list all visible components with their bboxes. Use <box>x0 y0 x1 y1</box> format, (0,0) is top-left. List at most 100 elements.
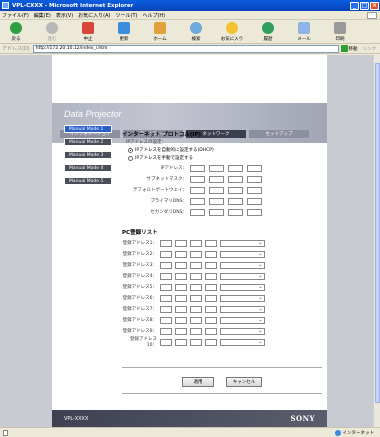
pc-octet-field[interactable] <box>175 316 187 324</box>
go-button[interactable]: 移動 <box>340 45 359 53</box>
pc-octet-field[interactable] <box>205 261 217 269</box>
refresh-button[interactable]: 更新 <box>110 20 138 42</box>
secondary-dns-octet-field[interactable] <box>228 208 243 216</box>
radio-button-icon[interactable] <box>128 147 133 153</box>
stop-button[interactable]: 中止 <box>74 20 102 42</box>
minimize-button[interactable]: _ <box>350 1 359 10</box>
secondary-dns-octet-field[interactable] <box>209 208 224 216</box>
side-item-manual-mode-5[interactable]: Manual Mode 5 <box>64 177 112 185</box>
pc-octet-field[interactable] <box>190 316 202 324</box>
pc-octet-field[interactable] <box>175 327 187 335</box>
pc-octet-field[interactable] <box>205 239 217 247</box>
pc-octet-field[interactable] <box>160 338 172 346</box>
pc-octet-field[interactable] <box>205 250 217 258</box>
pc-mode-select[interactable]: ⌄ <box>220 338 265 346</box>
menu-favorites[interactable]: お気に入り(A) <box>78 12 110 19</box>
pc-octet-field[interactable] <box>160 305 172 313</box>
pc-octet-field[interactable] <box>205 272 217 280</box>
menu-tools[interactable]: ツール(T) <box>116 12 138 19</box>
radio-dhcp[interactable]: IPアドレスを自動的に設定する(DHCP) <box>128 147 322 153</box>
gateway-octet-field[interactable] <box>209 186 224 194</box>
pc-octet-field[interactable] <box>175 261 187 269</box>
ip-octet-field[interactable] <box>247 164 262 172</box>
links-label[interactable]: リンク <box>363 46 377 52</box>
pc-octet-field[interactable] <box>205 283 217 291</box>
pc-octet-field[interactable] <box>160 239 172 247</box>
pc-octet-field[interactable] <box>205 294 217 302</box>
gateway-octet-field[interactable] <box>190 186 205 194</box>
ip-octet-field[interactable] <box>209 164 224 172</box>
search-button[interactable]: 検索 <box>182 20 210 42</box>
side-item-manual-mode-1[interactable]: Manual Mode 1 <box>64 125 112 133</box>
pc-octet-field[interactable] <box>205 316 217 324</box>
pc-octet-field[interactable] <box>175 338 187 346</box>
primary-dns-octet-field[interactable] <box>247 197 262 205</box>
pc-mode-select[interactable]: ⌄ <box>220 294 265 302</box>
mail-button[interactable]: メール <box>290 20 318 42</box>
pc-octet-field[interactable] <box>190 250 202 258</box>
pc-mode-select[interactable]: ⌄ <box>220 316 265 324</box>
secondary-dns-octet-field[interactable] <box>190 208 205 216</box>
subnet-octet-field[interactable] <box>228 175 243 183</box>
pc-octet-field[interactable] <box>175 305 187 313</box>
pc-mode-select[interactable]: ⌄ <box>220 250 265 258</box>
pc-mode-select[interactable]: ⌄ <box>220 272 265 280</box>
pc-mode-select[interactable]: ⌄ <box>220 261 265 269</box>
close-button[interactable]: × <box>370 1 379 10</box>
menu-edit[interactable]: 編集(E) <box>34 12 51 19</box>
pc-octet-field[interactable] <box>190 272 202 280</box>
ip-octet-field[interactable] <box>228 164 243 172</box>
pc-mode-select[interactable]: ⌄ <box>220 239 265 247</box>
pc-octet-field[interactable] <box>205 338 217 346</box>
pc-octet-field[interactable] <box>160 327 172 335</box>
secondary-dns-octet-field[interactable] <box>247 208 262 216</box>
pc-mode-select[interactable]: ⌄ <box>220 283 265 291</box>
side-item-manual-mode-4[interactable]: Manual Mode 4 <box>64 164 112 172</box>
menu-help[interactable]: ヘルプ(H) <box>142 12 165 19</box>
pc-octet-field[interactable] <box>160 283 172 291</box>
gateway-octet-field[interactable] <box>247 186 262 194</box>
primary-dns-octet-field[interactable] <box>190 197 205 205</box>
pc-octet-field[interactable] <box>190 283 202 291</box>
primary-dns-octet-field[interactable] <box>228 197 243 205</box>
address-input[interactable]: http://172.20.10.12/index_i.htm <box>32 44 339 53</box>
side-item-manual-mode-3[interactable]: Manual Mode 3 <box>64 151 112 159</box>
pc-octet-field[interactable] <box>190 338 202 346</box>
gateway-octet-field[interactable] <box>228 186 243 194</box>
pc-octet-field[interactable] <box>160 294 172 302</box>
pc-octet-field[interactable] <box>160 272 172 280</box>
pc-octet-field[interactable] <box>175 283 187 291</box>
pc-octet-field[interactable] <box>175 239 187 247</box>
print-button[interactable]: 印刷 <box>326 20 354 42</box>
subnet-octet-field[interactable] <box>190 175 205 183</box>
radio-manual[interactable]: IPアドレスを手動で設定する <box>128 155 322 161</box>
pc-octet-field[interactable] <box>175 272 187 280</box>
pc-octet-field[interactable] <box>160 316 172 324</box>
pc-octet-field[interactable] <box>190 327 202 335</box>
ip-octet-field[interactable] <box>190 164 205 172</box>
back-button[interactable]: 戻る <box>2 20 30 42</box>
apply-button[interactable]: 適用 <box>182 377 214 387</box>
radio-button-icon[interactable] <box>128 155 133 161</box>
scrollbar-thumb[interactable] <box>375 63 380 403</box>
pc-octet-field[interactable] <box>160 250 172 258</box>
vertical-scrollbar[interactable] <box>373 55 380 427</box>
pc-octet-field[interactable] <box>205 327 217 335</box>
home-button[interactable]: ホーム <box>146 20 174 42</box>
subnet-octet-field[interactable] <box>209 175 224 183</box>
pc-mode-select[interactable]: ⌄ <box>220 305 265 313</box>
primary-dns-octet-field[interactable] <box>209 197 224 205</box>
pc-octet-field[interactable] <box>190 294 202 302</box>
forward-button[interactable]: 進む <box>38 20 66 42</box>
menu-view[interactable]: 表示(V) <box>56 12 73 19</box>
side-item-manual-mode-2[interactable]: Manual Mode 2 <box>64 138 112 146</box>
pc-octet-field[interactable] <box>205 305 217 313</box>
pc-octet-field[interactable] <box>160 261 172 269</box>
pc-mode-select[interactable]: ⌄ <box>220 327 265 335</box>
maximize-button[interactable]: □ <box>360 1 369 10</box>
subnet-octet-field[interactable] <box>247 175 262 183</box>
pc-octet-field[interactable] <box>190 261 202 269</box>
menu-file[interactable]: ファイル(F) <box>2 12 29 19</box>
pc-octet-field[interactable] <box>175 250 187 258</box>
favorites-button[interactable]: お気に入り <box>218 20 246 42</box>
